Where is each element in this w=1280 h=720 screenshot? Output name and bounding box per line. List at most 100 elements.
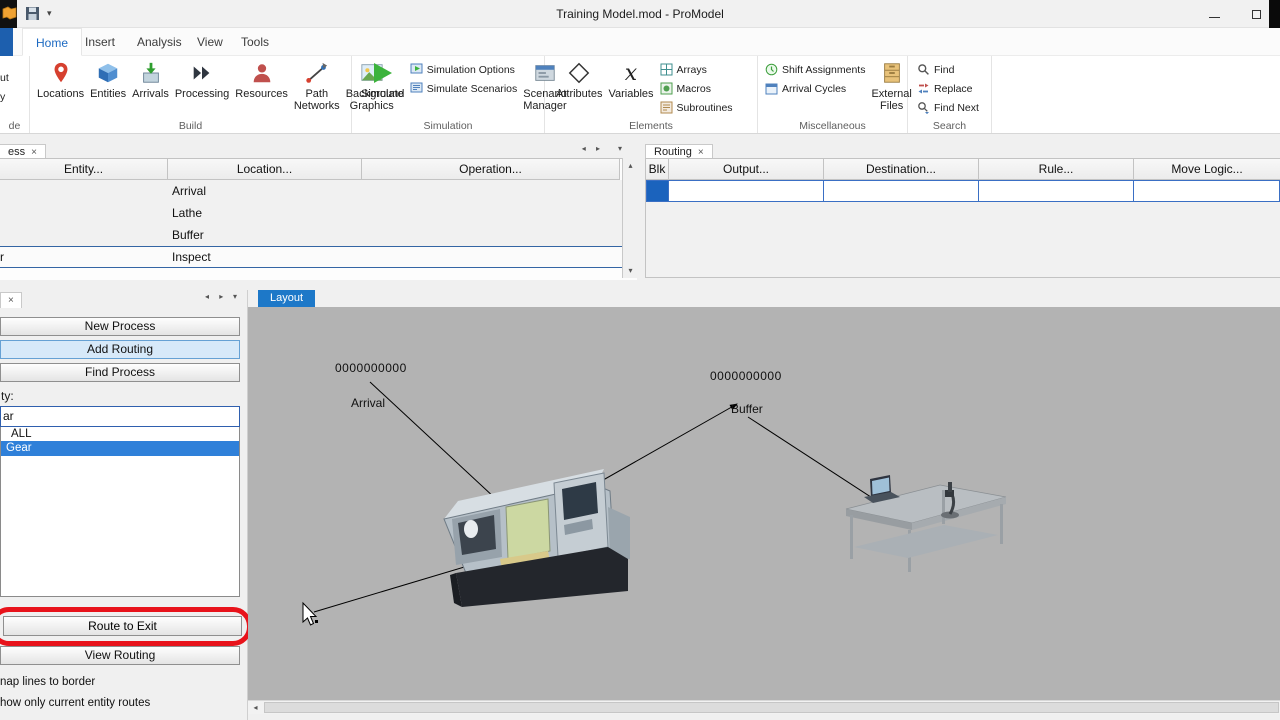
tab-routing-label: Routing [654, 146, 692, 158]
column-header-destination[interactable]: Destination... [824, 159, 979, 180]
tab-layout[interactable]: Layout [258, 290, 316, 307]
scroll-down-icon[interactable]: ▾ [623, 263, 638, 278]
shift-assignments-label: Shift Assignments [782, 63, 866, 76]
buffer-location-label: Buffer [731, 402, 763, 416]
table-row[interactable]: Arrival [0, 180, 637, 202]
cell-operation[interactable] [362, 224, 620, 246]
column-header-location[interactable]: Location... [168, 159, 362, 180]
cell-destination[interactable] [824, 180, 979, 202]
close-icon[interactable]: × [31, 147, 37, 158]
ribbon: ut y de Locations Entities Arrivals Proc… [0, 56, 1280, 134]
cell-entity[interactable] [0, 180, 168, 202]
list-item-gear-selected[interactable]: Gear [1, 441, 239, 456]
macros-button[interactable]: Macros [657, 79, 736, 98]
layout-canvas[interactable]: 0000000000 Arrival 0000000000 Buffer [248, 307, 1280, 700]
add-routing-button[interactable]: Add Routing [0, 340, 240, 359]
arrival-cycles-button[interactable]: Arrival Cycles [762, 79, 868, 98]
table-row[interactable]: Lathe [0, 202, 637, 224]
cell-output[interactable] [669, 180, 824, 202]
find-next-button[interactable]: Find Next [914, 98, 982, 117]
entity-field-label: ty: [1, 389, 14, 403]
shift-assignments-button[interactable]: Shift Assignments [762, 60, 868, 79]
path-networks-button[interactable]: Path Networks [291, 58, 343, 120]
cell-blk-selected[interactable] [646, 180, 669, 202]
macros-icon [660, 82, 673, 95]
simulate-scenarios-button[interactable]: Simulate Scenarios [407, 79, 520, 98]
processing-button[interactable]: Processing [172, 58, 232, 120]
close-icon[interactable]: × [698, 147, 704, 158]
subroutines-button[interactable]: Subroutines [657, 98, 736, 117]
tab-tools-panel[interactable]: × [0, 292, 22, 308]
ribbon-group-clipped: ut y de [0, 56, 30, 133]
view-routing-button[interactable]: View Routing [0, 646, 240, 665]
column-header-operation[interactable]: Operation... [362, 159, 620, 180]
file-tab-stub[interactable] [0, 28, 13, 56]
simulation-options-button[interactable]: Simulation Options [407, 60, 520, 79]
list-item-all[interactable]: ALL [1, 427, 239, 441]
layout-horizontal-scrollbar[interactable]: ◂ [248, 700, 1280, 714]
column-header-entity[interactable]: Entity... [0, 159, 168, 180]
panel-nav-arrows[interactable]: ◂ ▸ [205, 292, 227, 301]
entities-icon [95, 60, 121, 86]
table-row-selected[interactable]: r Inspect [0, 246, 637, 268]
panel-menu-arrow-icon[interactable]: ▾ [233, 292, 241, 301]
arrivals-button[interactable]: Arrivals [129, 58, 172, 120]
cell-location[interactable]: Arrival [168, 180, 362, 202]
route-to-exit-button[interactable]: Route to Exit [3, 616, 242, 636]
column-header-blk[interactable]: Blk [646, 159, 669, 180]
cell-entity[interactable] [0, 202, 168, 224]
find-button[interactable]: Find [914, 60, 982, 79]
column-header-output[interactable]: Output... [669, 159, 824, 180]
locations-button[interactable]: Locations [34, 58, 87, 120]
variables-label: Variables [608, 88, 654, 100]
promodel-window: ▾ Training Model.mod - ProModel Home Ins… [0, 0, 1280, 720]
variables-button[interactable]: x Variables [605, 58, 656, 120]
resources-icon [249, 60, 275, 86]
group-label-search: Search [932, 120, 967, 132]
inspection-station-graphic [845, 475, 1007, 572]
panel-menu-arrow-icon[interactable]: ▾ [618, 144, 626, 153]
find-process-button[interactable]: Find Process [0, 363, 240, 382]
minimize-button[interactable] [1194, 0, 1234, 28]
locations-icon [48, 60, 74, 86]
cell-entity[interactable] [0, 224, 168, 246]
replace-button[interactable]: Replace [914, 79, 982, 98]
attributes-button[interactable]: Attributes [553, 58, 605, 120]
new-process-button[interactable]: New Process [0, 317, 240, 336]
cell-entity[interactable]: r [0, 247, 168, 267]
panel-nav-arrows[interactable]: ◂ ▸ [582, 144, 604, 153]
clipped-button-fragment[interactable]: y [0, 91, 5, 103]
scrollbar-thumb[interactable] [264, 702, 1279, 713]
cell-operation[interactable] [362, 202, 620, 224]
tab-tools-label: Tools [241, 35, 270, 49]
cell-operation[interactable] [362, 247, 620, 267]
cell-location[interactable]: Buffer [168, 224, 362, 246]
entity-list-box[interactable]: ALL Gear [0, 427, 240, 597]
simulate-button[interactable]: Simulate [358, 58, 407, 120]
group-label-elements: Elements [629, 120, 673, 132]
attributes-label: Attributes [556, 88, 603, 100]
cell-move-logic[interactable] [1134, 180, 1280, 202]
tab-insert[interactable]: Insert [72, 28, 128, 56]
column-header-rule[interactable]: Rule... [979, 159, 1134, 180]
cell-location[interactable]: Inspect [168, 247, 362, 267]
column-header-move-logic[interactable]: Move Logic... [1134, 159, 1280, 180]
snap-lines-checkbox-label[interactable]: nap lines to border [0, 676, 95, 688]
clipped-button-fragment[interactable]: ut [0, 72, 9, 84]
cell-operation[interactable] [362, 180, 620, 202]
routing-header-row: Blk Output... Destination... Rule... Mov… [646, 159, 1280, 180]
process-vertical-scrollbar[interactable]: ▴ ▾ [622, 158, 638, 278]
arrays-button[interactable]: Arrays [657, 60, 736, 79]
show-current-routes-checkbox-label[interactable]: how only current entity routes [0, 697, 150, 709]
entities-button[interactable]: Entities [87, 58, 129, 120]
entity-combo-box[interactable]: ar [0, 406, 240, 427]
close-icon[interactable]: × [8, 295, 14, 306]
cell-rule[interactable] [979, 180, 1134, 202]
scroll-up-icon[interactable]: ▴ [623, 158, 638, 173]
scroll-left-icon[interactable]: ◂ [248, 701, 263, 714]
cell-location[interactable]: Lathe [168, 202, 362, 224]
tab-tools[interactable]: Tools [228, 28, 282, 56]
resources-button[interactable]: Resources [232, 58, 291, 120]
routing-row-selected[interactable] [646, 180, 1280, 202]
table-row[interactable]: Buffer [0, 224, 637, 246]
